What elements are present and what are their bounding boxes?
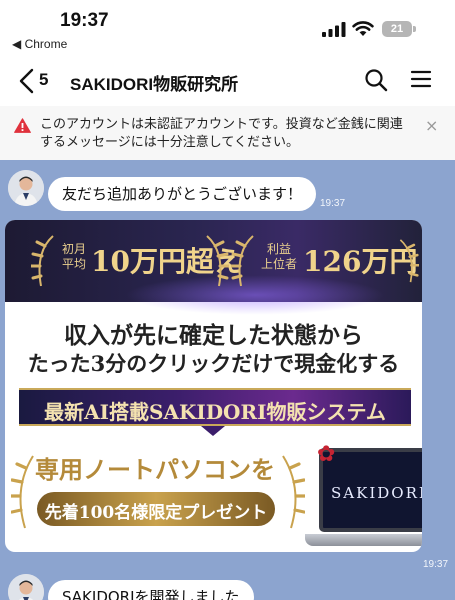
back-to-app-link[interactable]: ◀ Chrome — [12, 37, 67, 51]
message-timestamp: 19:37 — [423, 559, 449, 570]
avatar[interactable] — [8, 574, 44, 600]
person-avatar-icon — [8, 574, 44, 600]
person-avatar-icon — [8, 170, 44, 206]
award-left-caption: 初月 平均 — [61, 242, 86, 271]
search-icon[interactable] — [364, 68, 388, 92]
menu-icon[interactable] — [410, 69, 432, 89]
battery-indicator: 21 — [382, 21, 412, 37]
message-text: SAKIDORIを開発しました — [62, 588, 240, 600]
promo-image[interactable]: 初月 平均 10万円超え 利益 上位者 126万円 収入が先に確定した状態から … — [5, 220, 422, 552]
laptop-logo-text: SAKIDORI — [331, 484, 422, 502]
message-bubble[interactable]: SAKIDORIを開発しました — [48, 580, 254, 600]
laurel-left-icon — [11, 455, 34, 529]
cellular-signal-icon — [322, 22, 346, 37]
chat-header: 5 SAKIDORI物販研究所 — [0, 56, 455, 106]
warning-icon — [14, 118, 31, 133]
laurel-right-icon — [282, 455, 305, 529]
promo-banner: 最新AI搭載SAKIDORI物販システム — [19, 388, 411, 426]
message-timestamp: 19:37 — [320, 198, 346, 209]
chat-area[interactable]: 友だち追加ありがとうございます！ 19:37 初月 平均 10万円超え 利益 上… — [0, 160, 455, 600]
chat-title: SAKIDORI物販研究所 — [70, 75, 239, 94]
laurel-left-icon — [31, 235, 54, 287]
close-icon[interactable]: × — [425, 116, 438, 135]
promo-gift-text: 先着100名様限定プレゼント — [44, 503, 268, 523]
message-text: 友だち追加ありがとうございます！ — [62, 185, 303, 203]
laptop-image: SAKIDORI ✿ — [305, 442, 422, 552]
banner-pointer — [201, 426, 225, 436]
promo-headline-2: たった3分のクリックだけで現金化する — [27, 351, 400, 376]
unverified-account-warning: このアカウントは未認証アカウントです。投資など金銭に関連するメッセージには十分注… — [0, 106, 455, 160]
message-bubble[interactable]: 友だち追加ありがとうございます！ — [48, 177, 317, 211]
unread-count[interactable]: 5 — [39, 70, 48, 90]
award-right-caption: 利益 上位者 — [260, 242, 297, 271]
laurel-left-icon — [231, 235, 254, 287]
promo-headline-1: 収入が先に確定した状態から — [64, 322, 363, 349]
gift-bow-icon: ✿ — [317, 442, 336, 467]
status-time: 19:37 — [60, 10, 109, 31]
laurel-right-icon — [399, 239, 419, 283]
avatar[interactable] — [8, 170, 44, 206]
promo-banner-text: 最新AI搭載SAKIDORI物販システム — [44, 400, 386, 424]
laptop-base — [305, 534, 422, 546]
battery-nub — [413, 26, 416, 32]
status-bar: 19:37 ◀ Chrome 21 — [0, 0, 455, 56]
promo-laptop-text: 専用ノートパソコンを — [35, 455, 275, 484]
promo-gift-pill: 先着100名様限定プレゼント — [37, 492, 275, 526]
wifi-icon — [352, 21, 374, 36]
laurel-right-icon — [206, 235, 229, 287]
warning-text: このアカウントは未認証アカウントです。投資など金銭に関連するメッセージには十分注… — [40, 117, 403, 150]
